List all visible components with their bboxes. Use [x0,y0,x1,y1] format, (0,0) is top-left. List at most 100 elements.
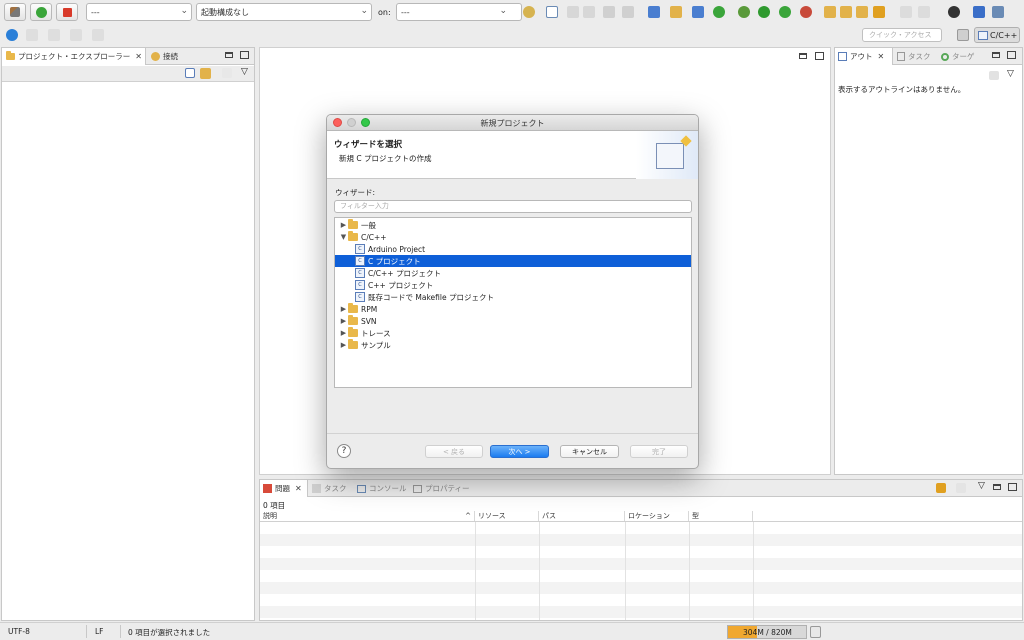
column-location[interactable]: ロケーション [625,511,689,521]
tree-item[interactable]: C Arduino Project [335,243,691,255]
debug-icon[interactable] [738,6,750,18]
nav-forward-icon[interactable] [918,6,930,18]
run-external-icon[interactable] [779,6,791,18]
pencil-icon[interactable] [873,6,885,18]
help-button[interactable]: ? [337,444,351,458]
tab-target[interactable]: ターゲ [941,48,985,65]
open-perspective-icon[interactable] [957,29,969,41]
minimize-icon[interactable] [799,53,807,59]
view-menu-icon[interactable]: ▽ [1007,69,1014,79]
back-icon[interactable] [70,29,82,41]
view-menu-icon[interactable]: ▽ [978,481,985,491]
cancel-button[interactable]: キャンセル [560,445,619,458]
monitor-icon[interactable] [973,6,985,18]
finish-button[interactable]: 完了 [630,445,688,458]
pin-icon[interactable] [992,6,1004,18]
maximize-icon[interactable] [815,52,824,60]
refresh-icon[interactable] [713,6,725,18]
build-all-icon[interactable] [603,6,615,18]
trash-icon[interactable] [810,626,821,638]
tasks-icon [897,52,905,61]
new-folder-icon[interactable] [670,6,682,18]
launch-target-select[interactable]: --- ⌄ [396,3,522,21]
minimize-icon[interactable] [993,484,1001,490]
tab-outline[interactable]: アウト ✕ [835,48,893,65]
tree-item[interactable]: C 既存コードで Makefile プロジェクト [335,291,691,303]
new-class-icon[interactable] [648,6,660,18]
gear-icon[interactable] [523,6,535,18]
sort-icon[interactable] [989,71,999,80]
maximize-icon[interactable] [240,51,249,59]
quick-access-input[interactable]: クイック・アクセス [862,28,942,42]
new-wizard-icon[interactable] [546,6,558,18]
forward-icon[interactable] [92,29,104,41]
collapsed-triangle-icon[interactable]: ▶ [339,341,348,349]
column-resource[interactable]: リソース [475,511,539,521]
table-row [260,534,1022,546]
tab-connections[interactable]: 接続 [148,48,198,65]
open-folder-icon-3[interactable] [856,6,868,18]
tree-item[interactable]: C C/C++ プロジェクト [335,267,691,279]
column-description[interactable]: 説明 ^ [260,511,475,521]
tab-problems[interactable]: 問題 ✕ [260,480,308,497]
run-toolbar-icon[interactable] [758,6,770,18]
open-folder-icon-2[interactable] [840,6,852,18]
tree-item[interactable]: ▶ トレース [335,327,691,339]
heap-status[interactable]: 304M / 820M [727,625,807,639]
filter-icon[interactable] [956,483,966,493]
nav-back-icon[interactable] [900,6,912,18]
save-icon[interactable] [567,6,579,18]
open-folder-icon[interactable] [824,6,836,18]
view-menu-icon[interactable]: ▽ [241,67,248,77]
focus-icon[interactable] [936,483,946,493]
tree-item[interactable]: ▶ サンプル [335,339,691,351]
help-icon: ? [341,446,347,456]
launch-config-select[interactable]: 起動構成なし ⌄ [196,3,372,21]
save-all-icon[interactable] [583,6,595,18]
link-editor-icon[interactable] [200,68,211,79]
collapsed-triangle-icon[interactable]: ▶ [339,221,348,229]
tab-properties[interactable]: プロパティー [413,480,477,497]
tree-item[interactable]: CC プロジェクト [335,255,691,267]
tree-item[interactable]: ▼ C/C++ [335,231,691,243]
collapsed-triangle-icon[interactable]: ▶ [339,317,348,325]
maximize-icon[interactable] [1007,51,1016,59]
filter-input[interactable]: フィルター入力 [334,200,692,213]
launch-mode-select[interactable]: --- ⌄ [86,3,192,21]
tab-tasks-bottom[interactable]: タスク [312,480,356,497]
tree-item[interactable]: ▶ RPM [335,303,691,315]
run-button[interactable] [30,3,52,21]
tree-item-label: 既存コードで Makefile プロジェクト [368,292,494,302]
tree-item[interactable]: ▶ 一般 [335,219,691,231]
column-type[interactable]: 型 [689,511,753,521]
build-config-icon[interactable] [622,6,634,18]
user-icon[interactable] [948,6,960,18]
stop-button[interactable] [56,3,78,21]
close-icon[interactable]: ✕ [135,52,142,61]
column-path[interactable]: パス [539,511,625,521]
close-icon[interactable]: ✕ [878,52,885,61]
tab-tasks[interactable]: タスク [897,48,941,65]
tab-console[interactable]: コンソール [357,480,413,497]
minimize-icon[interactable] [225,52,233,58]
collapsed-triangle-icon[interactable]: ▶ [339,305,348,313]
connection-icon[interactable] [6,29,18,41]
close-icon[interactable]: ✕ [295,484,302,493]
new-file-icon[interactable] [692,6,704,18]
coverage-icon[interactable] [800,6,812,18]
undo-icon[interactable] [26,29,38,41]
tree-item[interactable]: ▶ SVN [335,315,691,327]
perspective-cpp-button[interactable]: C/C++ [974,27,1020,43]
collapse-all-icon[interactable] [185,68,195,78]
back-button[interactable]: < 戻る [425,445,483,458]
redo-icon[interactable] [48,29,60,41]
maximize-icon[interactable] [1008,483,1017,491]
collapsed-triangle-icon[interactable]: ▶ [339,329,348,337]
minimize-icon[interactable] [992,52,1000,58]
expanded-triangle-icon[interactable]: ▼ [339,233,348,241]
filter-icon[interactable] [222,68,232,78]
tree-item[interactable]: C C++ プロジェクト [335,279,691,291]
build-button[interactable] [4,3,26,21]
next-button[interactable]: 次へ > [490,445,549,458]
tab-project-explorer[interactable]: プロジェクト・エクスプローラー ✕ [2,48,146,65]
